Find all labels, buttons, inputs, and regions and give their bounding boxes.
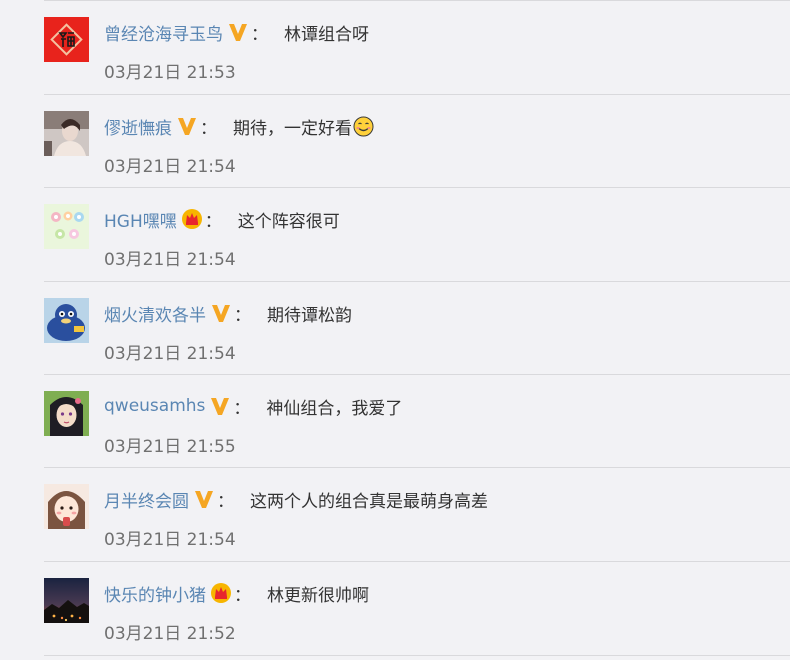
- comment-text: 林更新很帅啊: [267, 585, 369, 606]
- username-link[interactable]: 僇逝憮痕: [104, 114, 172, 139]
- colon-separator: ：: [204, 211, 222, 232]
- avatar[interactable]: [44, 111, 89, 156]
- smile-emoji-icon: [353, 116, 374, 137]
- comment-time: 03月21日 21:55: [104, 437, 236, 457]
- avatar[interactable]: [44, 17, 89, 62]
- night-landscape-avatar-image: [44, 578, 89, 623]
- comment-header: 快乐的钟小猪 ： 林更新很帅啊: [104, 580, 369, 606]
- comment-item: 月半终会圆 ： 这两个人的组合真是最萌身高差 03月21日 21:54: [44, 467, 790, 560]
- portrait-avatar-image: [44, 111, 89, 156]
- username-link[interactable]: 烟火清欢各半: [104, 301, 206, 326]
- comment-item: 快乐的钟小猪 ： 林更新很帅啊 03月21日 21:52: [44, 561, 790, 654]
- comment-item: 烟火清欢各半 ： 期待谭松韵 03月21日 21:54: [44, 281, 790, 374]
- comment-text: 这个阵容很可: [237, 211, 340, 232]
- username-link[interactable]: 快乐的钟小猪: [104, 581, 206, 606]
- v-badge-icon[interactable]: [227, 21, 249, 43]
- comment-text: 期待谭松韵: [267, 305, 352, 326]
- colon-separator: ：: [234, 305, 251, 326]
- comment-item: qweusamhs ： 神仙组合，我爱了 03月21日 21:55: [44, 374, 790, 467]
- colon-separator: ：: [251, 24, 268, 45]
- colon-separator: ：: [217, 491, 234, 512]
- colorful-text-avatar-image: [44, 204, 89, 249]
- comment-header: 烟火清欢各半 ： 期待谭松韵: [104, 300, 352, 326]
- comment-time: 03月21日 21:54: [104, 250, 236, 270]
- username-link[interactable]: 月半终会圆: [104, 487, 189, 512]
- comment-item: HGH嘿嘿 ： 这个阵容很可 03月21日 21:54: [44, 187, 790, 280]
- comment-item: 曾经沧海寻玉鸟 ： 林谭组合呀 03月21日 21:53: [44, 0, 790, 93]
- comment-header: 僇逝憮痕 ： 期待，一定好看: [104, 113, 374, 139]
- crown-badge-icon[interactable]: [210, 582, 232, 604]
- v-badge-icon[interactable]: [176, 115, 198, 137]
- avatar[interactable]: [44, 391, 89, 436]
- v-badge-icon[interactable]: [193, 488, 215, 510]
- comment-text: 神仙组合，我爱了: [266, 398, 403, 419]
- comment-header: qweusamhs ： 神仙组合，我爱了: [104, 393, 402, 419]
- comment-item: 僇逝憮痕 ： 期待，一定好看 03月21日 21:54: [44, 94, 790, 187]
- comment-text: 期待，一定好看: [233, 118, 352, 139]
- v-badge-icon[interactable]: [209, 395, 231, 417]
- crown-badge-icon[interactable]: [181, 208, 203, 230]
- comment-time: 03月21日 21:54: [104, 344, 236, 364]
- comment-list: 曾经沧海寻玉鸟 ： 林谭组合呀 03月21日 21:53 僇逝憮痕 ： 期待，一…: [44, 0, 790, 660]
- username-link[interactable]: qweusamhs: [104, 396, 205, 416]
- comment-text: 林谭组合呀: [284, 24, 369, 45]
- comment-header: 曾经沧海寻玉鸟 ： 林谭组合呀: [104, 19, 369, 45]
- comment-header: 月半终会圆 ： 这两个人的组合真是最萌身高差: [104, 486, 488, 512]
- colon-separator: ：: [233, 398, 251, 419]
- avatar[interactable]: [44, 484, 89, 529]
- username-link[interactable]: HGH嘿嘿: [104, 207, 177, 232]
- comment-time: 03月21日 21:52: [104, 624, 236, 644]
- divider: [44, 655, 790, 656]
- fu-character-avatar-image: [44, 17, 89, 62]
- v-badge-icon[interactable]: [210, 302, 232, 324]
- cartoon-girl-avatar-image: [44, 484, 89, 529]
- cartoon-blue-character-image: [44, 298, 89, 343]
- avatar[interactable]: [44, 578, 89, 623]
- avatar[interactable]: [44, 204, 89, 249]
- anime-girl-avatar-image: [44, 391, 89, 436]
- comment-header: HGH嘿嘿 ： 这个阵容很可: [104, 206, 340, 232]
- colon-separator: ：: [234, 585, 251, 606]
- comment-text: 这两个人的组合真是最萌身高差: [250, 491, 488, 512]
- avatar[interactable]: [44, 298, 89, 343]
- username-link[interactable]: 曾经沧海寻玉鸟: [104, 20, 223, 45]
- comment-time: 03月21日 21:54: [104, 157, 236, 177]
- comment-time: 03月21日 21:54: [104, 530, 236, 550]
- colon-separator: ：: [200, 118, 217, 139]
- comment-time: 03月21日 21:53: [104, 63, 236, 83]
